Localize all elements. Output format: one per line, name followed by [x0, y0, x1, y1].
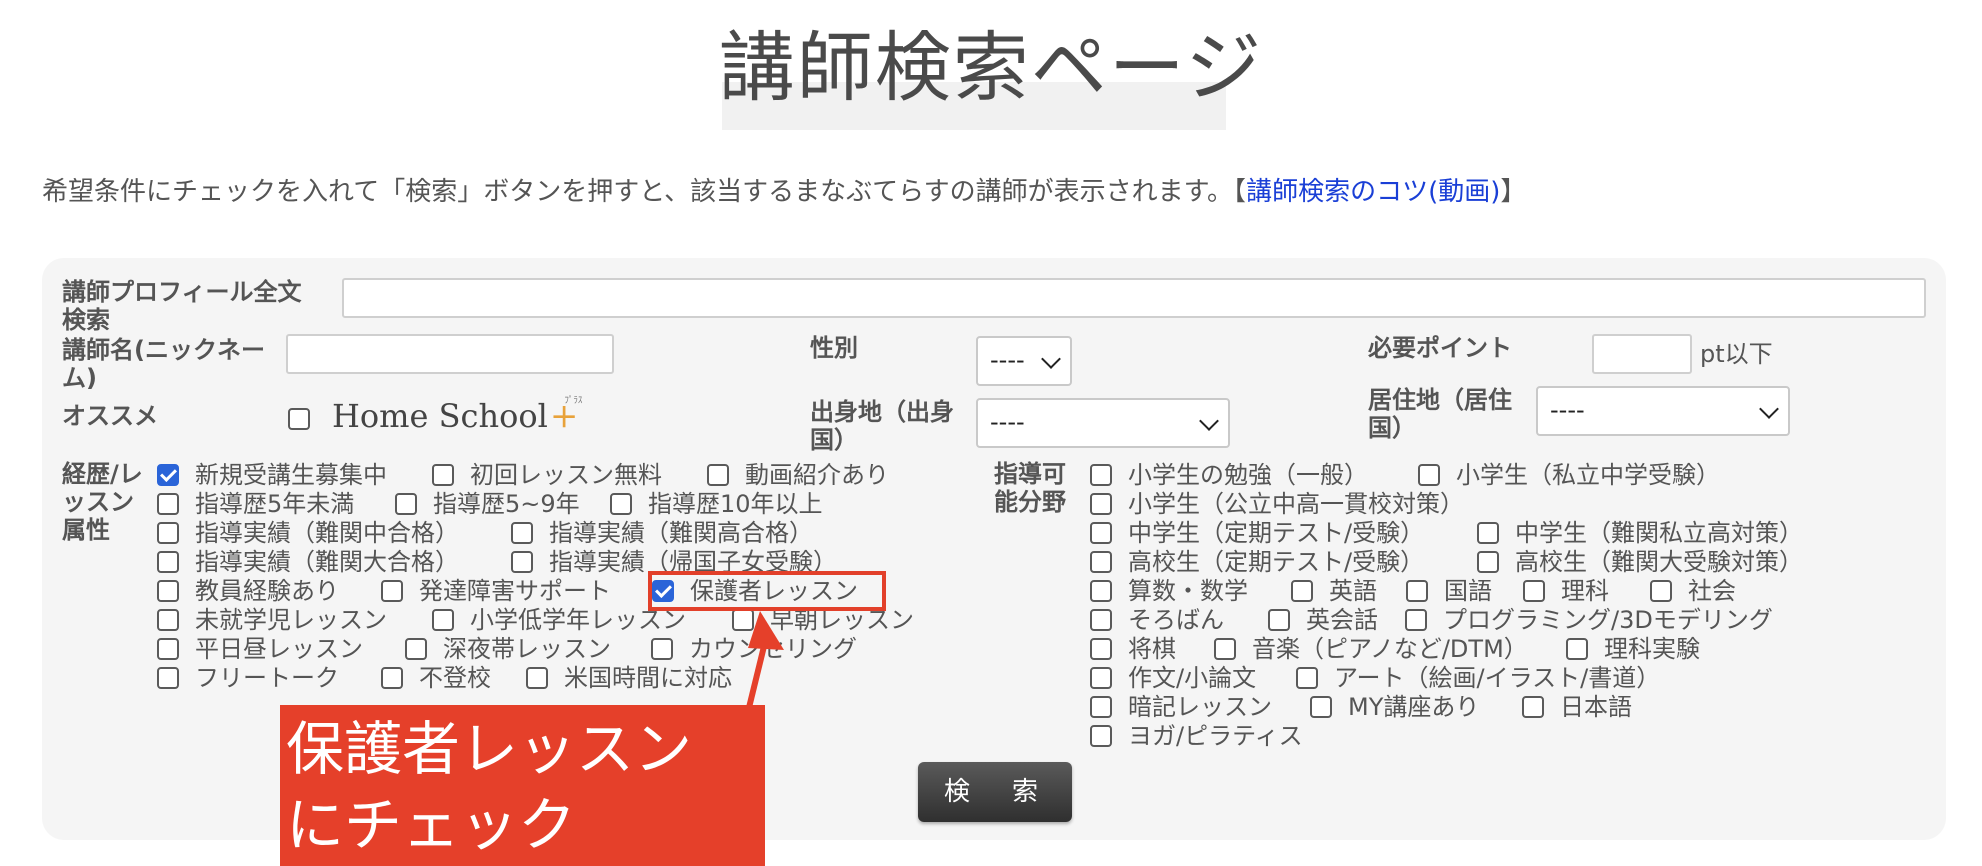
annotation-callout: 保護者レッスン にチェック: [280, 705, 765, 866]
